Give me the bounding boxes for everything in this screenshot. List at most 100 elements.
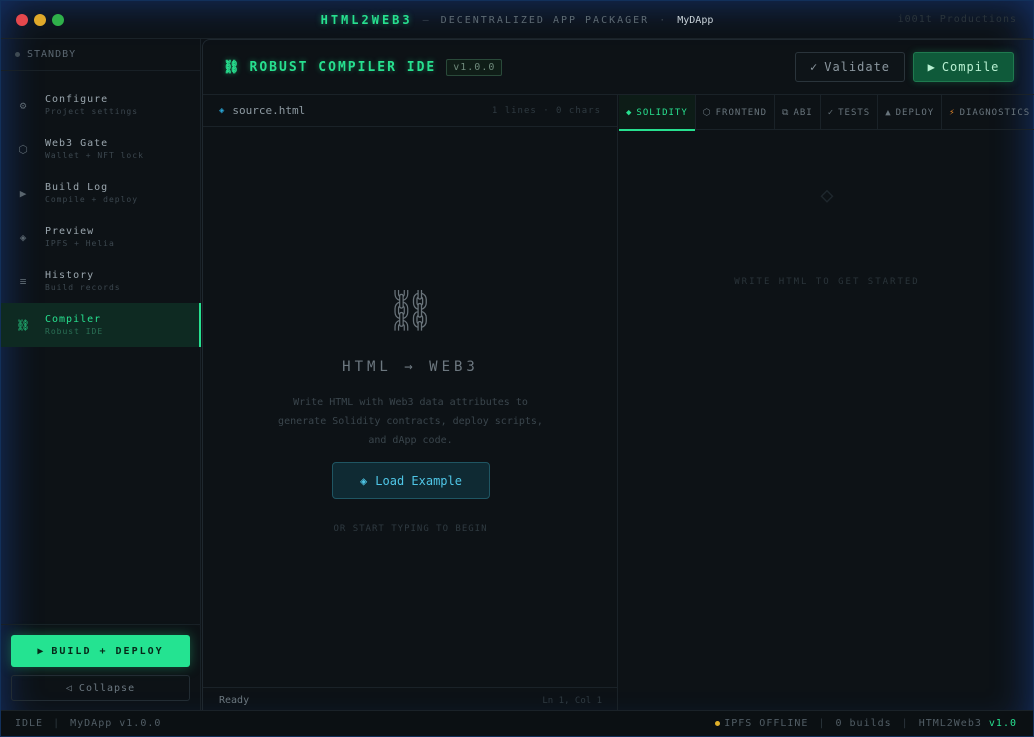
tab-diagnostics[interactable]: ⚡ DIAGNOSTICS: [942, 95, 1034, 130]
hexagon-icon: ⬡: [702, 107, 712, 118]
tab-label: DIAGNOSTICS: [959, 107, 1031, 118]
tab-label: DEPLOY: [895, 107, 935, 118]
sidebar-item-text: Compiler Robust IDE: [45, 314, 103, 336]
collapse-icon: ◁: [65, 682, 73, 694]
tab-label: TESTS: [838, 107, 871, 118]
compile-button[interactable]: ▶ Compile: [913, 52, 1014, 82]
sidebar-item-subtitle: IPFS + Helia: [45, 239, 115, 248]
file-icon: ◈: [219, 105, 225, 116]
title-dash: —: [422, 14, 431, 26]
build-deploy-button[interactable]: ▶ BUILD + DEPLOY: [11, 635, 190, 667]
version-badge: v1.0.0: [446, 58, 503, 76]
status-bar: IDLE | MyDApp v1.0.0 IPFS OFFLINE | 0 bu…: [1, 710, 1033, 736]
diamond-icon: ◆: [626, 107, 633, 118]
sidebar-item-subtitle: Project settings: [45, 107, 139, 116]
status-label: STANDBY: [27, 49, 77, 60]
tab-label: SOLIDITY: [636, 107, 688, 118]
sidebar-nav: ⚙ Configure Project settings ⬡ Web3 Gate Wall…: [1, 83, 201, 347]
code-editor[interactable]: ⛓ HTML → WEB3 Write HTML with Web3 data …: [203, 127, 618, 687]
sidebar-item-preview[interactable]: ◈ Preview IPFS + Helia: [1, 215, 201, 259]
sidebar-item-build-log[interactable]: ▶ Build Log Compile + deploy: [1, 171, 201, 215]
editor-status: Ready: [219, 695, 250, 706]
build-count: 0 builds: [835, 718, 892, 729]
sidebar-item-configure[interactable]: ⚙ Configure Project settings: [1, 83, 201, 127]
sidebar-item-subtitle: Compile + deploy: [45, 195, 139, 204]
sidebar-item-label: Preview: [45, 226, 95, 237]
title-separator: ·: [659, 14, 668, 26]
build-deploy-label: BUILD + DEPLOY: [51, 645, 164, 657]
sidebar-item-text: Web3 Gate Wallet + NFT lock: [45, 138, 144, 160]
tab-label: FRONTEND: [715, 107, 767, 118]
main-panel: ⛓ ROBUST COMPILER IDE v1.0.0 ✓ Validate …: [202, 39, 1034, 713]
list-icon: ≡: [19, 274, 27, 288]
collapse-label: Collapse: [78, 682, 136, 694]
play-icon: ▶: [927, 60, 936, 74]
brand-label: i001t Productions: [897, 14, 1017, 25]
sidebar: STANDBY ⚙ Configure Project settings ⬡ Web3 …: [1, 39, 201, 712]
status-separator: |: [53, 718, 61, 729]
app-state: IDLE: [15, 718, 44, 729]
sidebar-item-compiler[interactable]: ⛓ Compiler Robust IDE: [1, 303, 201, 347]
compile-label: Compile: [941, 60, 1000, 74]
copy-icon: ⧉: [782, 107, 790, 118]
file-name-label: source.html: [232, 104, 306, 117]
validate-label: Validate: [824, 60, 891, 74]
ipfs-status-label: IPFS OFFLINE: [724, 718, 809, 729]
sidebar-item-text: Preview IPFS + Helia: [45, 226, 115, 248]
sidebar-item-label: History: [45, 270, 95, 281]
tab-solidity[interactable]: ◆ SOLIDITY: [619, 95, 696, 131]
brand-name: HTML2Web3: [918, 718, 982, 729]
sidebar-footer: ▶ BUILD + DEPLOY ◁ Collapse: [1, 624, 201, 712]
app-name: HTML2WEB3: [320, 13, 413, 27]
tab-frontend[interactable]: ⬡ FRONTEND: [696, 95, 775, 130]
status-indicator: STANDBY: [1, 39, 200, 71]
chain-icon: ⛓: [385, 288, 436, 334]
validate-button[interactable]: ✓ Validate: [795, 52, 905, 82]
sidebar-item-text: History Build records: [45, 270, 121, 292]
status-bar-left: IDLE | MyDApp v1.0.0: [15, 718, 161, 729]
sidebar-item-history[interactable]: ≡ History Build records: [1, 259, 201, 303]
window-title: HTML2WEB3 — DECENTRALIZED APP PACKAGER ·…: [1, 1, 1033, 39]
chain-icon: ⛓: [16, 318, 30, 332]
app-subtitle: DECENTRALIZED APP PACKAGER: [440, 14, 650, 26]
status-bar-right: IPFS OFFLINE | 0 builds | HTML2Web3 v1.0: [715, 718, 1017, 729]
status-separator: |: [901, 718, 909, 729]
preview-icon: ◈: [19, 230, 27, 244]
editor-file-tab[interactable]: ◈ source.html 1 lines · 0 chars: [203, 95, 617, 127]
brand-version: HTML2Web3 v1.0: [919, 718, 1017, 729]
load-example-label: Load Example: [375, 473, 462, 488]
sidebar-item-text: Build Log Compile + deploy: [45, 182, 138, 204]
cursor-position: Ln 1, Col 1: [542, 695, 602, 706]
check-icon: ✓: [809, 60, 819, 74]
triangle-icon: ▲: [885, 107, 892, 118]
tab-deploy[interactable]: ▲ DEPLOY: [878, 95, 943, 130]
ipfs-status: IPFS OFFLINE: [715, 718, 808, 729]
tab-label: ABI: [793, 107, 813, 118]
version-number: v1.0: [988, 718, 1017, 729]
sidebar-item-label: Build Log: [45, 182, 109, 193]
tab-abi[interactable]: ⧉ ABI: [775, 95, 821, 130]
ide-title-text: ROBUST COMPILER IDE: [249, 59, 437, 75]
tab-tests[interactable]: ✓ TESTS: [821, 95, 879, 130]
project-name: MyDApp: [677, 14, 714, 26]
sidebar-item-label: Configure: [45, 94, 109, 105]
sidebar-item-label: Web3 Gate: [45, 138, 109, 149]
sidebar-item-label: Compiler: [45, 314, 102, 325]
ide-header: ⛓ ROBUST COMPILER IDE v1.0.0 ✓ Validate …: [203, 40, 1034, 95]
ipfs-status-dot-icon: [715, 720, 721, 726]
editor-pane: ◈ source.html 1 lines · 0 chars ⛓ HTML →…: [203, 95, 618, 713]
chain-icon: ⛓: [223, 59, 242, 75]
play-icon: ▶: [19, 186, 27, 200]
empty-state-description: Write HTML with Web3 data attributes to …: [278, 397, 543, 446]
sidebar-item-web3-gate[interactable]: ⬡ Web3 Gate Wallet + NFT lock: [1, 127, 201, 171]
file-name: ◈ source.html: [219, 104, 305, 117]
project-version: MyDApp v1.0.0: [70, 718, 162, 729]
app-window: HTML2WEB3 — DECENTRALIZED APP PACKAGER ·…: [0, 0, 1034, 737]
sidebar-item-text: Configure Project settings: [45, 94, 138, 116]
empty-state-heading: HTML → WEB3: [342, 359, 479, 375]
output-tabs: ◆ SOLIDITY ⬡ FRONTEND ⧉ ABI ✓ TESTS ▲ DEPLOY ⚡ DIAG…: [619, 95, 1034, 131]
empty-state-hint: OR START TYPING TO BEGIN: [333, 524, 488, 534]
load-example-button[interactable]: ◈ Load Example: [332, 462, 490, 499]
collapse-button[interactable]: ◁ Collapse: [11, 675, 190, 701]
status-separator: |: [818, 718, 826, 729]
